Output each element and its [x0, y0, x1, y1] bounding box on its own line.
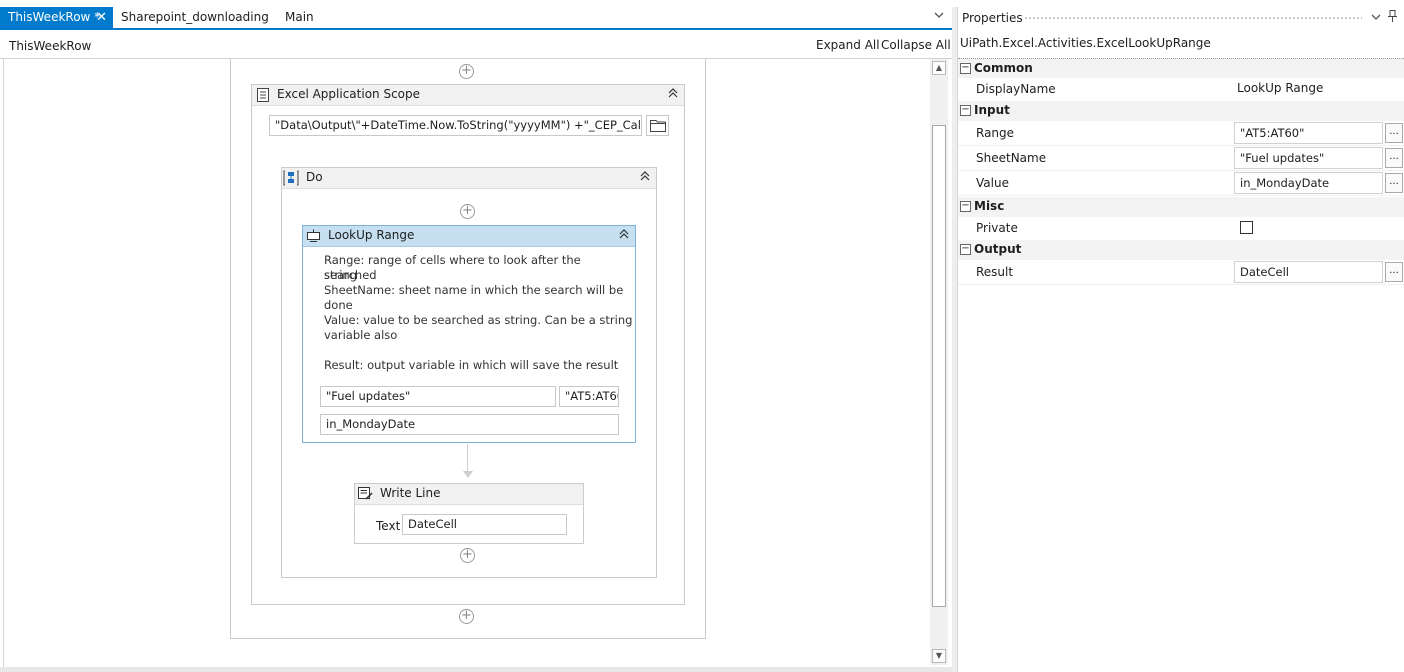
property-row-range[interactable]: Range "AT5:AT60" ...	[958, 121, 1404, 146]
property-name: Private	[976, 221, 1018, 235]
lookup-range-icon	[306, 229, 321, 246]
description-line: variable also	[324, 328, 398, 342]
category-label: Output	[974, 242, 1022, 256]
category-label: Misc	[974, 199, 1005, 213]
activity-type-name: UiPath.Excel.Activities.ExcelLookUpRange	[960, 36, 1211, 50]
pin-icon[interactable]	[1388, 10, 1397, 25]
double-chevron-up-icon[interactable]	[618, 227, 630, 245]
activity-header: Write Line	[355, 484, 583, 505]
property-name: DisplayName	[976, 82, 1056, 96]
double-chevron-up-icon[interactable]	[667, 86, 679, 104]
description-line: SheetName: sheet name in which the searc…	[324, 283, 624, 297]
sequence-icon	[283, 170, 299, 189]
activity-title: Write Line	[380, 486, 441, 500]
collapse-toggle-icon[interactable]: −	[960, 244, 971, 255]
panel-title: Properties	[962, 11, 1023, 25]
plus-circle-icon[interactable]: +	[459, 64, 474, 79]
write-line-icon	[358, 487, 373, 504]
tab-sharepoint-downloading[interactable]: Sharepoint_downloading	[113, 7, 273, 28]
category-label: Common	[974, 61, 1033, 75]
description-line: Result: output variable in which will sa…	[324, 358, 619, 372]
write-line-text-input[interactable]: DateCell	[402, 514, 567, 535]
category-label: Input	[974, 103, 1010, 117]
property-row-displayname[interactable]: DisplayName LookUp Range	[958, 77, 1404, 102]
tab-thisweekrow[interactable]: ThisWeekRow * ✕	[0, 7, 113, 28]
description-line: string	[324, 268, 358, 282]
lookup-range-activity[interactable]: LookUp Range Range: range of cells where…	[302, 225, 636, 443]
panel-drag-grip[interactable]	[1024, 16, 1362, 21]
folder-icon	[650, 119, 666, 135]
tab-label: Main	[285, 10, 314, 24]
property-row-private[interactable]: Private	[958, 216, 1404, 241]
property-row-result[interactable]: Result DateCell ...	[958, 260, 1404, 285]
scroll-up-button[interactable]: ▲	[932, 61, 946, 75]
write-line-activity[interactable]: Write Line Text DateCell	[354, 483, 584, 544]
breadcrumb[interactable]: ThisWeekRow	[9, 39, 91, 53]
sheet-name-input[interactable]: "Fuel updates"	[320, 386, 556, 407]
range-expression-button[interactable]: ...	[1385, 123, 1403, 143]
range-field[interactable]: "AT5:AT60"	[1234, 122, 1383, 144]
designer-header	[0, 32, 952, 59]
value-input[interactable]: in_MondayDate	[320, 414, 619, 435]
property-name: Range	[976, 126, 1015, 140]
chevron-down-icon[interactable]	[934, 9, 944, 22]
category-misc[interactable]: − Misc	[958, 197, 1404, 217]
excel-scope-icon	[257, 88, 269, 105]
activity-header: Excel Application Scope	[252, 85, 684, 106]
sheetname-expression-button[interactable]: ...	[1385, 148, 1403, 168]
activity-header: LookUp Range	[303, 226, 635, 247]
result-field[interactable]: DateCell	[1234, 261, 1383, 283]
category-input[interactable]: − Input	[958, 101, 1404, 121]
browse-folder-button[interactable]	[646, 115, 669, 136]
property-row-sheetname[interactable]: SheetName "Fuel updates" ...	[958, 146, 1404, 171]
property-name: Result	[976, 265, 1014, 279]
displayname-value[interactable]: LookUp Range	[1237, 81, 1323, 95]
property-row-value[interactable]: Value in_MondayDate ...	[958, 171, 1404, 196]
sheetname-field[interactable]: "Fuel updates"	[1234, 147, 1383, 169]
collapse-toggle-icon[interactable]: −	[960, 105, 971, 116]
value-field[interactable]: in_MondayDate	[1234, 172, 1383, 194]
designer-canvas[interactable]: + Excel Application Scope "Data\Output\"…	[3, 59, 929, 667]
scroll-thumb[interactable]	[932, 125, 946, 607]
document-tab-strip: ThisWeekRow * ✕ Sharepoint_downloading M…	[0, 7, 952, 30]
double-chevron-up-icon[interactable]	[639, 169, 651, 187]
description-line: Value: value to be searched as string. C…	[324, 313, 633, 327]
category-output[interactable]: − Output	[958, 240, 1404, 260]
excel-application-scope[interactable]: Excel Application Scope "Data\Output\"+D…	[251, 84, 685, 605]
horizontal-scroll-area	[0, 667, 952, 672]
description-line: Range: range of cells where to look afte…	[324, 253, 581, 282]
collapse-toggle-icon[interactable]: −	[960, 63, 971, 74]
activity-title: LookUp Range	[328, 228, 415, 242]
connector-line	[467, 444, 468, 474]
private-checkbox[interactable]	[1240, 221, 1253, 234]
value-expression-button[interactable]: ...	[1385, 173, 1403, 193]
workbook-path-input[interactable]: "Data\Output\"+DateTime.Now.ToString("yy…	[269, 115, 642, 136]
plus-circle-icon[interactable]: +	[459, 609, 474, 624]
range-input[interactable]: "AT5:AT60"	[559, 386, 619, 407]
activity-title: Do	[306, 170, 323, 184]
vertical-scrollbar[interactable]: ▲ ▼	[930, 59, 948, 665]
text-field-label: Text	[376, 519, 401, 533]
collapse-all-button[interactable]: Collapse All	[881, 38, 951, 52]
property-name: SheetName	[976, 151, 1047, 165]
result-expression-button[interactable]: ...	[1385, 262, 1403, 282]
do-sequence[interactable]: Do + LookUp Range Range: range of cells …	[281, 167, 657, 578]
chevron-down-icon[interactable]	[1371, 11, 1381, 24]
tab-main[interactable]: Main	[277, 7, 337, 28]
activity-header: Do	[282, 168, 656, 189]
tab-label: ThisWeekRow *	[8, 10, 101, 24]
collapse-toggle-icon[interactable]: −	[960, 201, 971, 212]
expand-all-button[interactable]: Expand All	[816, 38, 880, 52]
plus-circle-icon[interactable]: +	[460, 204, 475, 219]
activity-title: Excel Application Scope	[277, 87, 421, 101]
plus-circle-icon[interactable]: +	[460, 548, 475, 563]
category-common[interactable]: − Common	[958, 58, 1404, 78]
description-line: done	[324, 298, 353, 312]
tab-label: Sharepoint_downloading	[121, 10, 269, 24]
property-name: Value	[976, 176, 1009, 190]
connector-arrow	[463, 471, 473, 478]
close-icon[interactable]: ✕	[96, 7, 107, 28]
scroll-down-button[interactable]: ▼	[932, 649, 946, 663]
